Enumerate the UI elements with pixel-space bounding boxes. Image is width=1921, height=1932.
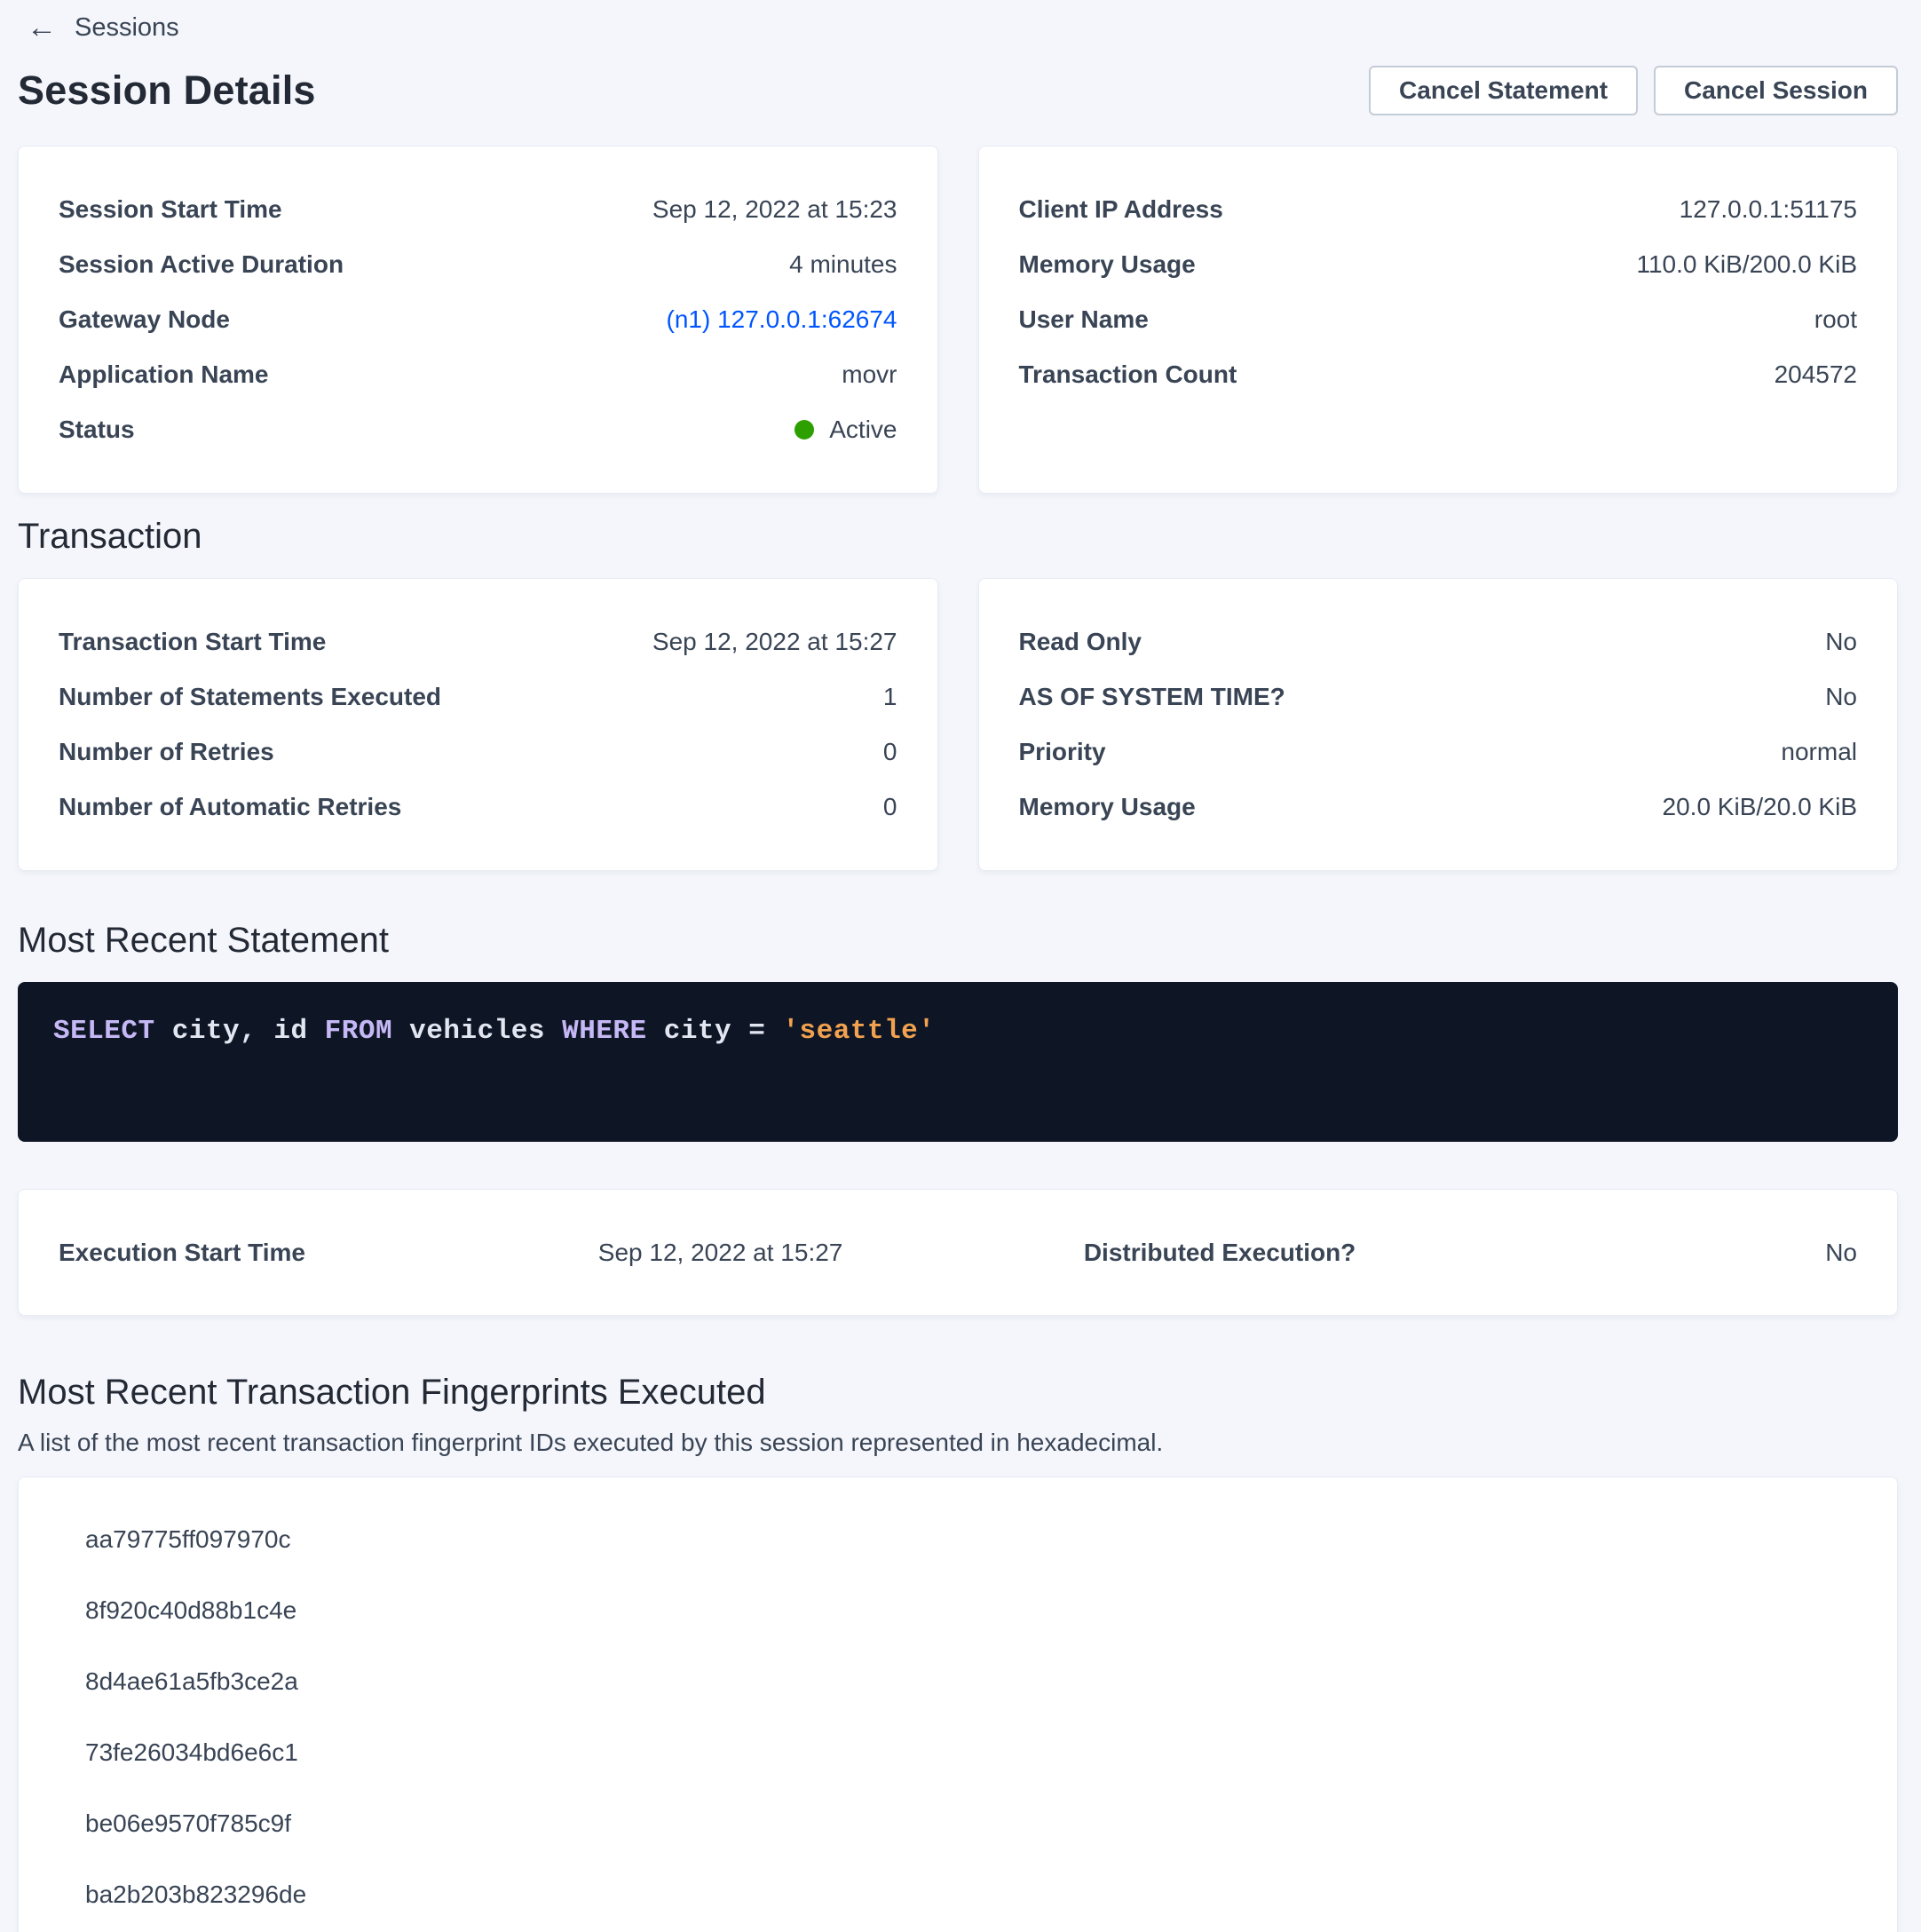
row-label: Transaction Start Time [59,628,326,656]
execution-start-time-label: Execution Start Time [59,1239,598,1267]
cancel-session-button[interactable]: Cancel Session [1654,66,1898,115]
page-header: Session Details Cancel Statement Cancel … [18,66,1898,115]
row-label: Session Active Duration [59,250,344,279]
session-info-card: Session Start Time Sep 12, 2022 at 15:23… [18,146,938,494]
gateway-node-link[interactable]: (n1) 127.0.0.1:62674 [667,305,897,334]
fingerprint-item: 8f920c40d88b1c4e [59,1575,1857,1646]
execution-start-time-value: Sep 12, 2022 at 15:27 [598,1239,1084,1267]
transaction-info-card: Transaction Start Time Sep 12, 2022 at 1… [18,578,938,871]
fingerprint-item: ba2b203b823296de [59,1859,1857,1930]
row-label: Number of Statements Executed [59,683,441,711]
row-label: Memory Usage [1019,793,1196,821]
page-title: Session Details [18,67,316,114]
row-label: User Name [1019,305,1149,334]
session-active-duration-row: Session Active Duration 4 minutes [59,237,897,292]
distributed-execution-label: Distributed Execution? [1084,1239,1569,1267]
cancel-statement-button[interactable]: Cancel Statement [1369,66,1638,115]
gateway-node-row: Gateway Node (n1) 127.0.0.1:62674 [59,292,897,347]
execution-card: Execution Start Time Sep 12, 2022 at 15:… [18,1189,1898,1316]
txn-memory-usage-row: Memory Usage 20.0 KiB/20.0 KiB [1019,780,1858,835]
row-label: AS OF SYSTEM TIME? [1019,683,1285,711]
row-label: Priority [1019,738,1106,766]
sql-statement: SELECT city, id FROM vehicles WHERE city… [53,1016,935,1047]
row-value: 127.0.0.1:51175 [1680,195,1857,224]
row-value: movr [842,360,897,389]
row-label: Session Start Time [59,195,282,224]
user-name-row: User Name root [1019,292,1858,347]
distributed-execution-value: No [1569,1239,1857,1267]
row-label: Status [59,416,135,444]
back-arrow-icon: ← [27,12,57,43]
fingerprint-item: 73fe26034bd6e6c1 [59,1717,1857,1788]
transaction-props-card: Read Only No AS OF SYSTEM TIME? No Prior… [978,578,1899,871]
row-value: normal [1781,738,1857,766]
row-value: 204572 [1775,360,1857,389]
row-label: Read Only [1019,628,1142,656]
row-value: Sep 12, 2022 at 15:23 [652,195,897,224]
client-ip-row: Client IP Address 127.0.0.1:51175 [1019,182,1858,237]
status-badge: Active [794,416,897,444]
session-summary-row: Session Start Time Sep 12, 2022 at 15:23… [18,146,1898,494]
sql-code-block: SELECT city, id FROM vehicles WHERE city… [18,982,1898,1142]
transaction-row: Transaction Start Time Sep 12, 2022 at 1… [18,578,1898,871]
application-name-row: Application Name movr [59,347,897,402]
back-to-sessions-link[interactable]: ← Sessions [27,12,179,43]
automatic-retries-row: Number of Automatic Retries 0 [59,780,897,835]
statements-executed-row: Number of Statements Executed 1 [59,669,897,724]
read-only-row: Read Only No [1019,614,1858,669]
transaction-count-row: Transaction Count 204572 [1019,347,1858,402]
session-details-page: ← Sessions Session Details Cancel Statem… [0,0,1921,1932]
row-label: Number of Automatic Retries [59,793,401,821]
row-value: 20.0 KiB/20.0 KiB [1663,793,1857,821]
status-active-dot-icon [794,420,814,439]
row-label: Number of Retries [59,738,274,766]
fingerprint-item: 8d4ae61a5fb3ce2a [59,1646,1857,1717]
memory-usage-row: Memory Usage 110.0 KiB/200.0 KiB [1019,237,1858,292]
priority-row: Priority normal [1019,724,1858,780]
row-label: Memory Usage [1019,250,1196,279]
row-value: 4 minutes [789,250,897,279]
row-value: root [1814,305,1857,334]
client-info-card: Client IP Address 127.0.0.1:51175 Memory… [978,146,1899,494]
statement-section-heading: Most Recent Statement [18,921,1898,961]
status-label: Active [829,416,897,444]
row-label: Application Name [59,360,268,389]
row-label: Transaction Count [1019,360,1237,389]
transaction-section-heading: Transaction [18,517,1898,557]
session-start-time-row: Session Start Time Sep 12, 2022 at 15:23 [59,182,897,237]
execution-row: Execution Start Time Sep 12, 2022 at 15:… [59,1225,1857,1279]
row-label: Client IP Address [1019,195,1223,224]
row-value: Sep 12, 2022 at 15:27 [652,628,897,656]
row-value: No [1825,683,1857,711]
row-value: 110.0 KiB/200.0 KiB [1636,250,1857,279]
as-of-system-time-row: AS OF SYSTEM TIME? No [1019,669,1858,724]
status-row: Status Active [59,402,897,457]
header-actions: Cancel Statement Cancel Session [1369,66,1898,115]
row-value: No [1825,628,1857,656]
retries-row: Number of Retries 0 [59,724,897,780]
fingerprint-item: aa79775ff097970c [59,1504,1857,1575]
fingerprints-card: aa79775ff097970c 8f920c40d88b1c4e 8d4ae6… [18,1477,1898,1932]
breadcrumb-label: Sessions [75,13,179,43]
fingerprints-description: A list of the most recent transaction fi… [18,1429,1898,1457]
row-label: Gateway Node [59,305,230,334]
row-value: 1 [883,683,897,711]
fingerprints-section-heading: Most Recent Transaction Fingerprints Exe… [18,1373,1898,1413]
fingerprint-item: be06e9570f785c9f [59,1788,1857,1859]
row-value: 0 [883,738,897,766]
row-value: 0 [883,793,897,821]
transaction-start-time-row: Transaction Start Time Sep 12, 2022 at 1… [59,614,897,669]
